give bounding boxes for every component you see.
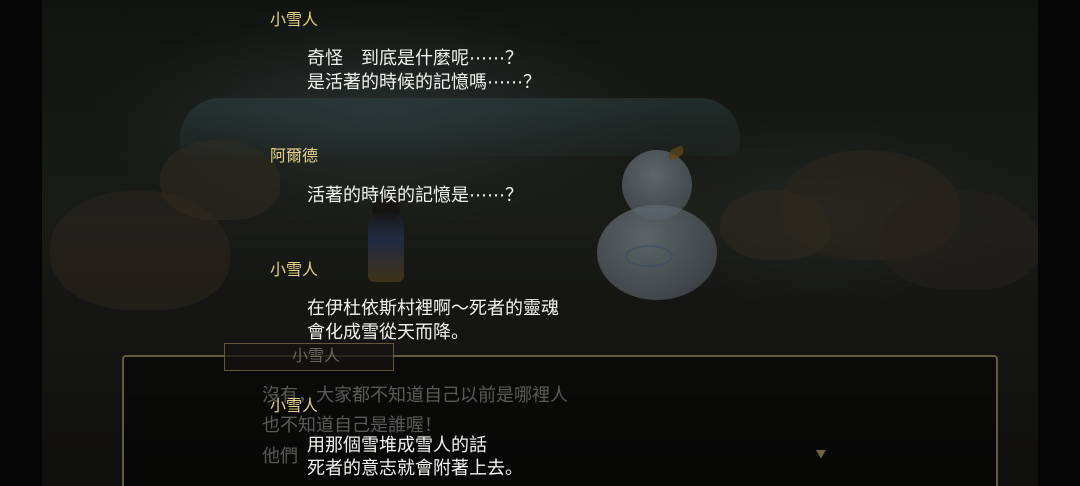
log-line: 是活著的時候的記憶嗎⋯⋯？ — [307, 72, 541, 93]
log-line: 奇怪 到底是什麼呢⋯⋯？ — [307, 48, 523, 69]
log-line: 會化成雪從天而降。 — [307, 322, 469, 343]
log-speaker: 阿爾德 — [270, 146, 319, 165]
log-line: 活著的時候的記憶是⋯⋯？ — [307, 185, 523, 206]
log-line: 死者的意志就會附著上去。 — [307, 458, 523, 479]
log-speaker: 小雪人 — [270, 260, 319, 279]
log-line: 用那個雪堆成雪人的話 — [307, 435, 487, 456]
log-speaker: 小雪人 — [270, 396, 319, 415]
log-line: 在伊杜依斯村裡啊～死者的靈魂 — [307, 298, 559, 319]
dialogue-log[interactable]: 小雪人 奇怪 到底是什麼呢⋯⋯？ 是活著的時候的記憶嗎⋯⋯？ 阿爾德 活著的時候… — [0, 0, 1080, 486]
log-speaker: 小雪人 — [270, 10, 319, 29]
game-scene[interactable]: 小雪人 沒有，大家都不知道自己以前是哪裡人 也不知道自己是誰喔！ 他們 ⯆ 小雪… — [0, 0, 1080, 486]
